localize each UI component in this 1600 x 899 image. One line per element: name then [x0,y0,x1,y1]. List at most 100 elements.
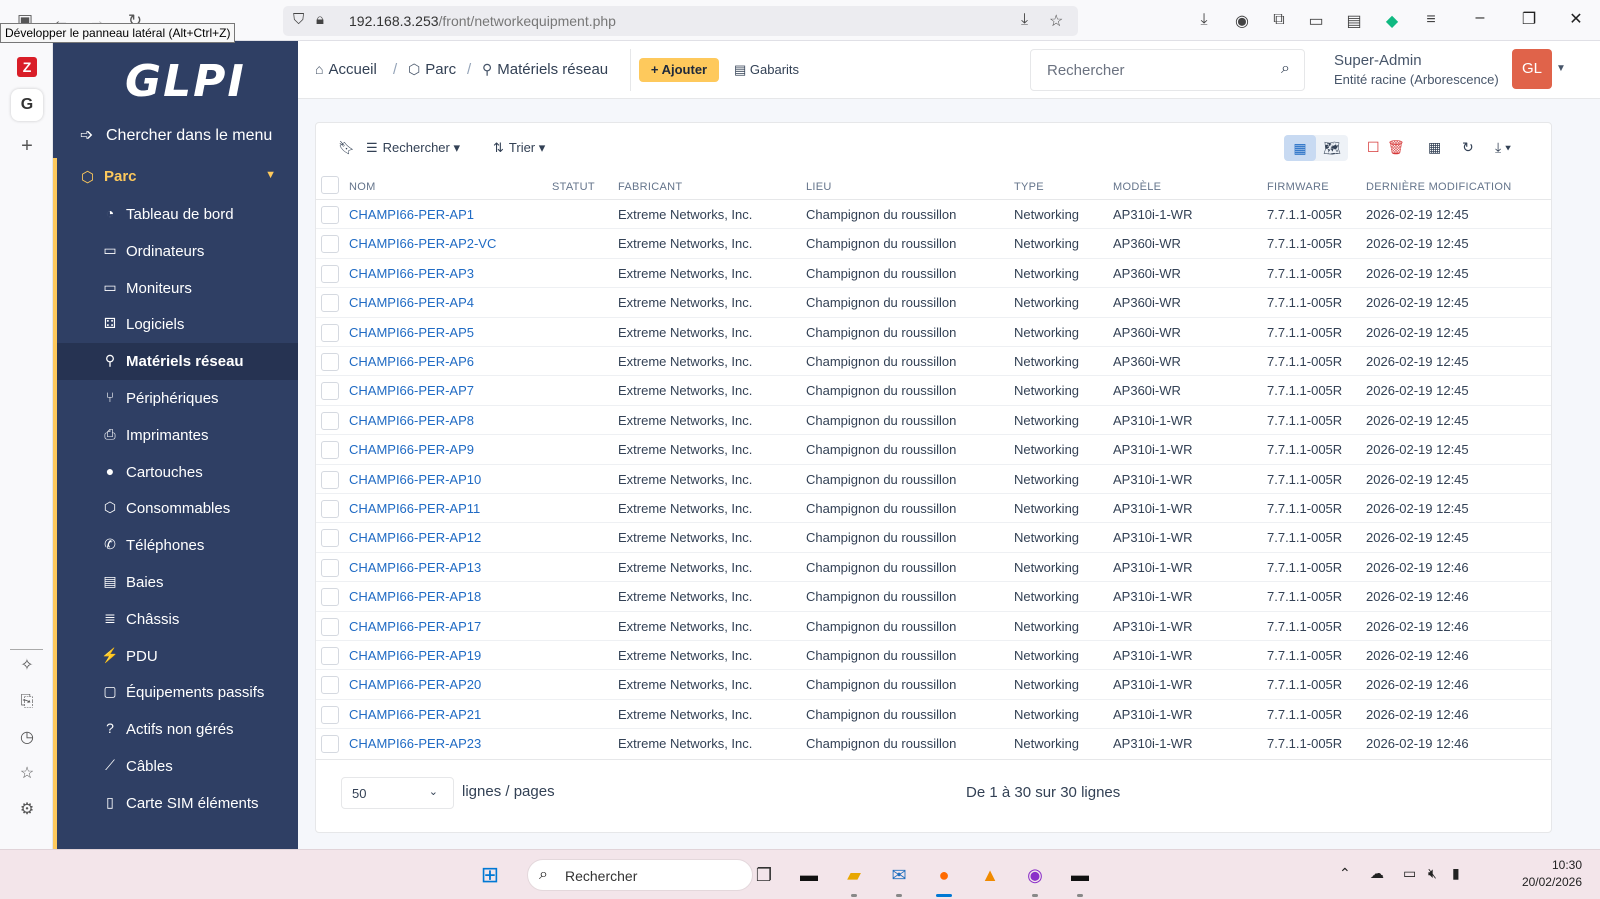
add-button[interactable]: + Ajouter [639,58,719,82]
templates-button[interactable]: ▤ Gabarits [734,62,799,78]
cell-nom[interactable]: CHAMPI66-PER-AP18 [349,589,481,604]
row-checkbox[interactable] [321,558,339,577]
containers-icon[interactable]: ▭ [1305,11,1327,31]
row-checkbox[interactable] [321,353,339,371]
sidebar-item[interactable]: ⟋ Câbles [57,748,298,785]
row-checkbox[interactable] [321,235,339,254]
outlook-icon[interactable]: ✉ [886,862,912,888]
sidebar-item[interactable]: ⎙ Imprimantes [57,417,298,454]
table-view-icon[interactable]: ▦ [1284,135,1316,161]
task-view-icon[interactable]: ❐ [751,862,777,888]
start-windows-icon[interactable]: ⊞ [477,862,503,888]
sidebar-item[interactable]: ◔ Tableau de bord [57,196,298,233]
cell-nom[interactable]: CHAMPI66-PER-AP21 [349,707,481,722]
row-checkbox[interactable] [321,323,339,342]
sidebar-item[interactable]: ✆ Téléphones [57,527,298,564]
column-header-firmware[interactable]: FIRMWARE [1267,181,1329,193]
map-view-icon[interactable]: 🗺︎ [1316,135,1348,161]
synced-tabs-icon[interactable]: ⎘ [14,689,40,715]
row-checkbox[interactable] [321,470,339,489]
tray-chevron-up-icon[interactable]: ⌃ [1339,865,1351,882]
history-icon[interactable]: ◷ [14,725,40,751]
column-header-statut[interactable]: STATUT [552,181,595,193]
sidebar-item[interactable]: ▢ Équipements passifs [57,674,298,711]
shield-icon[interactable]: ⛉ [293,11,304,28]
row-checkbox[interactable] [321,264,339,283]
zotero-icon[interactable]: Z [17,57,37,77]
cell-nom[interactable]: CHAMPI66-PER-AP10 [349,472,481,487]
extension-green-icon[interactable]: ◆ [1381,11,1403,31]
breadcrumb-home[interactable]: ⌂ Accueil [315,61,377,78]
calendar-icon[interactable]: ▦ [1428,139,1441,156]
app-purple-icon[interactable]: ◉ [1022,862,1048,888]
row-checkbox[interactable] [321,441,339,460]
taskbar-search-input[interactable]: ⌕ Rechercher [527,859,753,891]
cell-nom[interactable]: CHAMPI66-PER-AP2-VC [349,236,496,251]
menu-icon[interactable]: ≡ [1420,11,1442,29]
chevron-down-icon[interactable]: ▼ [1556,63,1566,74]
row-checkbox[interactable] [321,647,339,665]
per-page-select[interactable]: 50 ⌄ [341,777,454,809]
avatar[interactable]: GL [1512,49,1552,89]
close-icon[interactable]: ✕ [1565,9,1587,29]
user-entity[interactable]: Entité racine (Arborescence) [1334,72,1499,87]
cell-nom[interactable]: CHAMPI66-PER-AP4 [349,295,474,310]
cell-nom[interactable]: CHAMPI66-PER-AP7 [349,383,474,398]
cell-nom[interactable]: CHAMPI66-PER-AP8 [349,413,474,428]
search-icon[interactable]: ⌕ [1281,60,1290,78]
app-orange-icon[interactable]: ▲ [977,862,1003,888]
network-status-icon[interactable]: ▭ [1403,865,1416,882]
sidebar-item[interactable]: ▭ Moniteurs [57,270,298,307]
sidebar-item[interactable]: ▯ Carte SIM éléments [57,785,298,822]
column-header-modification[interactable]: DERNIÈRE MODIFICATION [1366,181,1511,193]
cell-nom[interactable]: CHAMPI66-PER-AP6 [349,354,474,369]
bookmarks-icon[interactable]: ☆ [14,761,40,787]
battery-icon[interactable]: ▮ [1452,865,1460,882]
breadcrumb-parc[interactable]: ⬡ Parc [408,61,456,78]
cell-nom[interactable]: CHAMPI66-PER-AP17 [349,619,481,634]
cell-nom[interactable]: CHAMPI66-PER-AP11 [349,501,480,516]
sidebar-item[interactable]: ● Cartouches [57,454,298,491]
column-header-modele[interactable]: MODÈLE [1113,181,1161,193]
glpi-tab-icon[interactable]: G [11,89,43,121]
sidebar-item[interactable]: ⬡ Consommables [57,490,298,527]
row-checkbox[interactable] [321,206,339,224]
column-header-nom[interactable]: NOM [349,181,376,193]
add-panel-icon[interactable]: + [14,133,40,159]
restore-icon[interactable]: ❐ [1518,9,1540,29]
row-checkbox[interactable] [321,411,339,430]
account-icon[interactable]: ◉ [1231,11,1253,31]
sidebar-section-parc[interactable]: ⬡ Parc ▼ [53,158,298,196]
sidebar-item[interactable]: ≣ Châssis [57,601,298,638]
url-bar[interactable]: ⛉ 🔒︎ 192.168.3.253/front/networkequipmen… [283,6,1078,36]
sidebar-item[interactable]: ? Actifs non gérés [57,711,298,748]
row-checkbox[interactable] [321,294,339,313]
row-checkbox[interactable] [321,735,339,754]
user-name[interactable]: Super-Admin [1334,52,1422,69]
menu-search-link[interactable]: ➩ Chercher dans le menu [80,125,272,145]
search-toggle-button[interactable]: ☰ Rechercher ▾ [366,140,460,156]
row-checkbox[interactable] [321,588,339,607]
ai-chat-icon[interactable]: ✧ [14,653,40,679]
cell-nom[interactable]: CHAMPI66-PER-AP23 [349,736,481,751]
row-checkbox[interactable] [321,500,339,518]
row-checkbox[interactable] [321,676,339,695]
sidebar-item[interactable]: ⚲ Matériels réseau [57,343,298,381]
file-explorer-icon[interactable]: ▰ [841,862,867,888]
volume-muted-icon[interactable]: 🔇︎ [1428,865,1437,882]
cell-nom[interactable]: CHAMPI66-PER-AP19 [349,648,481,663]
cloud-off-icon[interactable]: ☁ [1370,865,1384,882]
breadcrumb-network[interactable]: ⚲ Matériels réseau [482,61,608,78]
cell-nom[interactable]: CHAMPI66-PER-AP5 [349,325,474,340]
url-text[interactable]: 192.168.3.253/front/networkequipment.php [349,13,616,29]
global-search-input[interactable]: Rechercher ⌕ [1030,49,1305,91]
sidebar-item[interactable]: ⚡ PDU [57,638,298,675]
glpi-logo[interactable]: GLPI [125,56,246,107]
bookmark-star-icon[interactable]: ☆ [1049,11,1063,31]
saved-searches-icon[interactable]: 🔖︎ [338,140,355,156]
sidebar-item[interactable]: ▤ Baies [57,564,298,601]
row-checkbox[interactable] [321,705,339,724]
cell-nom[interactable]: CHAMPI66-PER-AP20 [349,677,481,692]
cell-nom[interactable]: CHAMPI66-PER-AP12 [349,530,481,545]
column-header-lieu[interactable]: LIEU [806,181,832,193]
